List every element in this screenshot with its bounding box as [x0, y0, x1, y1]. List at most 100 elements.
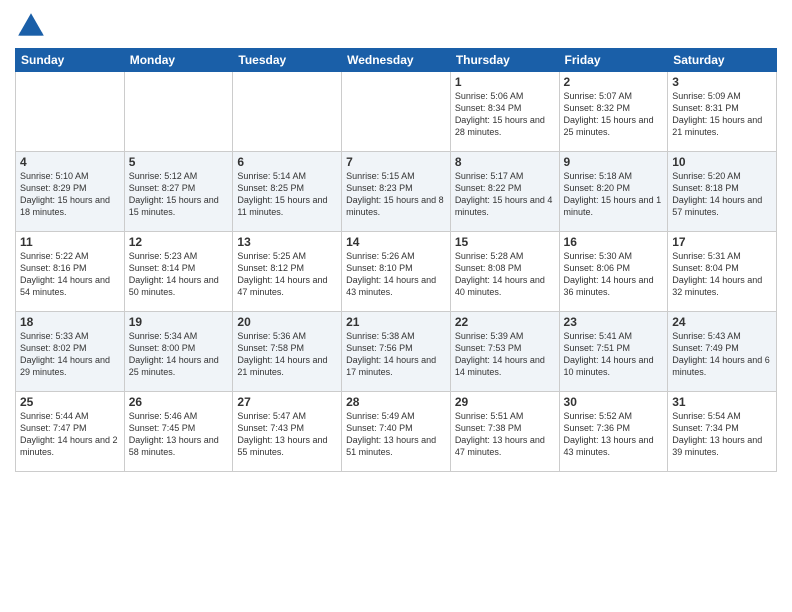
- day-info: Sunrise: 5:15 AM Sunset: 8:23 PM Dayligh…: [346, 170, 446, 219]
- calendar-cell: 3Sunrise: 5:09 AM Sunset: 8:31 PM Daylig…: [668, 72, 777, 152]
- day-info: Sunrise: 5:36 AM Sunset: 7:58 PM Dayligh…: [237, 330, 337, 379]
- calendar-cell: 5Sunrise: 5:12 AM Sunset: 8:27 PM Daylig…: [124, 152, 233, 232]
- day-info: Sunrise: 5:26 AM Sunset: 8:10 PM Dayligh…: [346, 250, 446, 299]
- day-number: 10: [672, 155, 772, 169]
- calendar-cell: 22Sunrise: 5:39 AM Sunset: 7:53 PM Dayli…: [450, 312, 559, 392]
- weekday-header-thursday: Thursday: [450, 49, 559, 72]
- day-number: 22: [455, 315, 555, 329]
- calendar-week-4: 18Sunrise: 5:33 AM Sunset: 8:02 PM Dayli…: [16, 312, 777, 392]
- day-number: 20: [237, 315, 337, 329]
- calendar-week-3: 11Sunrise: 5:22 AM Sunset: 8:16 PM Dayli…: [16, 232, 777, 312]
- calendar-cell: 9Sunrise: 5:18 AM Sunset: 8:20 PM Daylig…: [559, 152, 668, 232]
- day-number: 4: [20, 155, 120, 169]
- day-number: 8: [455, 155, 555, 169]
- calendar-cell: [233, 72, 342, 152]
- calendar-cell: 24Sunrise: 5:43 AM Sunset: 7:49 PM Dayli…: [668, 312, 777, 392]
- weekday-header-saturday: Saturday: [668, 49, 777, 72]
- weekday-header-wednesday: Wednesday: [342, 49, 451, 72]
- calendar-cell: 21Sunrise: 5:38 AM Sunset: 7:56 PM Dayli…: [342, 312, 451, 392]
- logo: [15, 10, 51, 42]
- day-number: 19: [129, 315, 229, 329]
- calendar-cell: 10Sunrise: 5:20 AM Sunset: 8:18 PM Dayli…: [668, 152, 777, 232]
- day-number: 2: [564, 75, 664, 89]
- calendar-cell: 30Sunrise: 5:52 AM Sunset: 7:36 PM Dayli…: [559, 392, 668, 472]
- day-number: 21: [346, 315, 446, 329]
- calendar-cell: 23Sunrise: 5:41 AM Sunset: 7:51 PM Dayli…: [559, 312, 668, 392]
- day-info: Sunrise: 5:25 AM Sunset: 8:12 PM Dayligh…: [237, 250, 337, 299]
- day-number: 1: [455, 75, 555, 89]
- day-info: Sunrise: 5:22 AM Sunset: 8:16 PM Dayligh…: [20, 250, 120, 299]
- weekday-header-monday: Monday: [124, 49, 233, 72]
- calendar-cell: 27Sunrise: 5:47 AM Sunset: 7:43 PM Dayli…: [233, 392, 342, 472]
- calendar-cell: 18Sunrise: 5:33 AM Sunset: 8:02 PM Dayli…: [16, 312, 125, 392]
- day-number: 13: [237, 235, 337, 249]
- calendar-cell: 16Sunrise: 5:30 AM Sunset: 8:06 PM Dayli…: [559, 232, 668, 312]
- day-info: Sunrise: 5:34 AM Sunset: 8:00 PM Dayligh…: [129, 330, 229, 379]
- day-number: 25: [20, 395, 120, 409]
- calendar-cell: 8Sunrise: 5:17 AM Sunset: 8:22 PM Daylig…: [450, 152, 559, 232]
- day-number: 16: [564, 235, 664, 249]
- calendar-header: SundayMondayTuesdayWednesdayThursdayFrid…: [16, 49, 777, 72]
- calendar-table: SundayMondayTuesdayWednesdayThursdayFrid…: [15, 48, 777, 472]
- calendar-cell: 4Sunrise: 5:10 AM Sunset: 8:29 PM Daylig…: [16, 152, 125, 232]
- logo-icon: [15, 10, 47, 42]
- calendar-cell: 31Sunrise: 5:54 AM Sunset: 7:34 PM Dayli…: [668, 392, 777, 472]
- day-number: 9: [564, 155, 664, 169]
- day-number: 5: [129, 155, 229, 169]
- calendar-week-1: 1Sunrise: 5:06 AM Sunset: 8:34 PM Daylig…: [16, 72, 777, 152]
- calendar-cell: 17Sunrise: 5:31 AM Sunset: 8:04 PM Dayli…: [668, 232, 777, 312]
- weekday-header-friday: Friday: [559, 49, 668, 72]
- day-info: Sunrise: 5:12 AM Sunset: 8:27 PM Dayligh…: [129, 170, 229, 219]
- day-number: 30: [564, 395, 664, 409]
- day-number: 6: [237, 155, 337, 169]
- day-info: Sunrise: 5:44 AM Sunset: 7:47 PM Dayligh…: [20, 410, 120, 459]
- day-info: Sunrise: 5:28 AM Sunset: 8:08 PM Dayligh…: [455, 250, 555, 299]
- calendar-cell: 28Sunrise: 5:49 AM Sunset: 7:40 PM Dayli…: [342, 392, 451, 472]
- calendar-cell: [16, 72, 125, 152]
- day-info: Sunrise: 5:06 AM Sunset: 8:34 PM Dayligh…: [455, 90, 555, 139]
- day-info: Sunrise: 5:07 AM Sunset: 8:32 PM Dayligh…: [564, 90, 664, 139]
- header: [15, 10, 777, 42]
- day-info: Sunrise: 5:43 AM Sunset: 7:49 PM Dayligh…: [672, 330, 772, 379]
- calendar-cell: 14Sunrise: 5:26 AM Sunset: 8:10 PM Dayli…: [342, 232, 451, 312]
- page: SundayMondayTuesdayWednesdayThursdayFrid…: [0, 0, 792, 612]
- day-number: 7: [346, 155, 446, 169]
- day-number: 29: [455, 395, 555, 409]
- weekday-row: SundayMondayTuesdayWednesdayThursdayFrid…: [16, 49, 777, 72]
- day-info: Sunrise: 5:14 AM Sunset: 8:25 PM Dayligh…: [237, 170, 337, 219]
- calendar-cell: [342, 72, 451, 152]
- calendar-cell: 12Sunrise: 5:23 AM Sunset: 8:14 PM Dayli…: [124, 232, 233, 312]
- calendar-cell: 26Sunrise: 5:46 AM Sunset: 7:45 PM Dayli…: [124, 392, 233, 472]
- day-info: Sunrise: 5:09 AM Sunset: 8:31 PM Dayligh…: [672, 90, 772, 139]
- calendar-week-5: 25Sunrise: 5:44 AM Sunset: 7:47 PM Dayli…: [16, 392, 777, 472]
- day-number: 3: [672, 75, 772, 89]
- day-info: Sunrise: 5:38 AM Sunset: 7:56 PM Dayligh…: [346, 330, 446, 379]
- day-info: Sunrise: 5:10 AM Sunset: 8:29 PM Dayligh…: [20, 170, 120, 219]
- day-info: Sunrise: 5:23 AM Sunset: 8:14 PM Dayligh…: [129, 250, 229, 299]
- day-number: 11: [20, 235, 120, 249]
- day-info: Sunrise: 5:52 AM Sunset: 7:36 PM Dayligh…: [564, 410, 664, 459]
- day-number: 14: [346, 235, 446, 249]
- day-info: Sunrise: 5:47 AM Sunset: 7:43 PM Dayligh…: [237, 410, 337, 459]
- day-number: 26: [129, 395, 229, 409]
- day-number: 15: [455, 235, 555, 249]
- day-info: Sunrise: 5:49 AM Sunset: 7:40 PM Dayligh…: [346, 410, 446, 459]
- day-info: Sunrise: 5:39 AM Sunset: 7:53 PM Dayligh…: [455, 330, 555, 379]
- day-number: 23: [564, 315, 664, 329]
- day-number: 18: [20, 315, 120, 329]
- calendar-cell: 13Sunrise: 5:25 AM Sunset: 8:12 PM Dayli…: [233, 232, 342, 312]
- calendar-cell: 7Sunrise: 5:15 AM Sunset: 8:23 PM Daylig…: [342, 152, 451, 232]
- day-info: Sunrise: 5:54 AM Sunset: 7:34 PM Dayligh…: [672, 410, 772, 459]
- calendar-cell: 11Sunrise: 5:22 AM Sunset: 8:16 PM Dayli…: [16, 232, 125, 312]
- day-info: Sunrise: 5:33 AM Sunset: 8:02 PM Dayligh…: [20, 330, 120, 379]
- calendar-cell: 1Sunrise: 5:06 AM Sunset: 8:34 PM Daylig…: [450, 72, 559, 152]
- calendar-cell: 2Sunrise: 5:07 AM Sunset: 8:32 PM Daylig…: [559, 72, 668, 152]
- day-number: 28: [346, 395, 446, 409]
- day-info: Sunrise: 5:30 AM Sunset: 8:06 PM Dayligh…: [564, 250, 664, 299]
- calendar-cell: [124, 72, 233, 152]
- calendar-cell: 6Sunrise: 5:14 AM Sunset: 8:25 PM Daylig…: [233, 152, 342, 232]
- weekday-header-sunday: Sunday: [16, 49, 125, 72]
- calendar-body: 1Sunrise: 5:06 AM Sunset: 8:34 PM Daylig…: [16, 72, 777, 472]
- day-number: 17: [672, 235, 772, 249]
- day-number: 24: [672, 315, 772, 329]
